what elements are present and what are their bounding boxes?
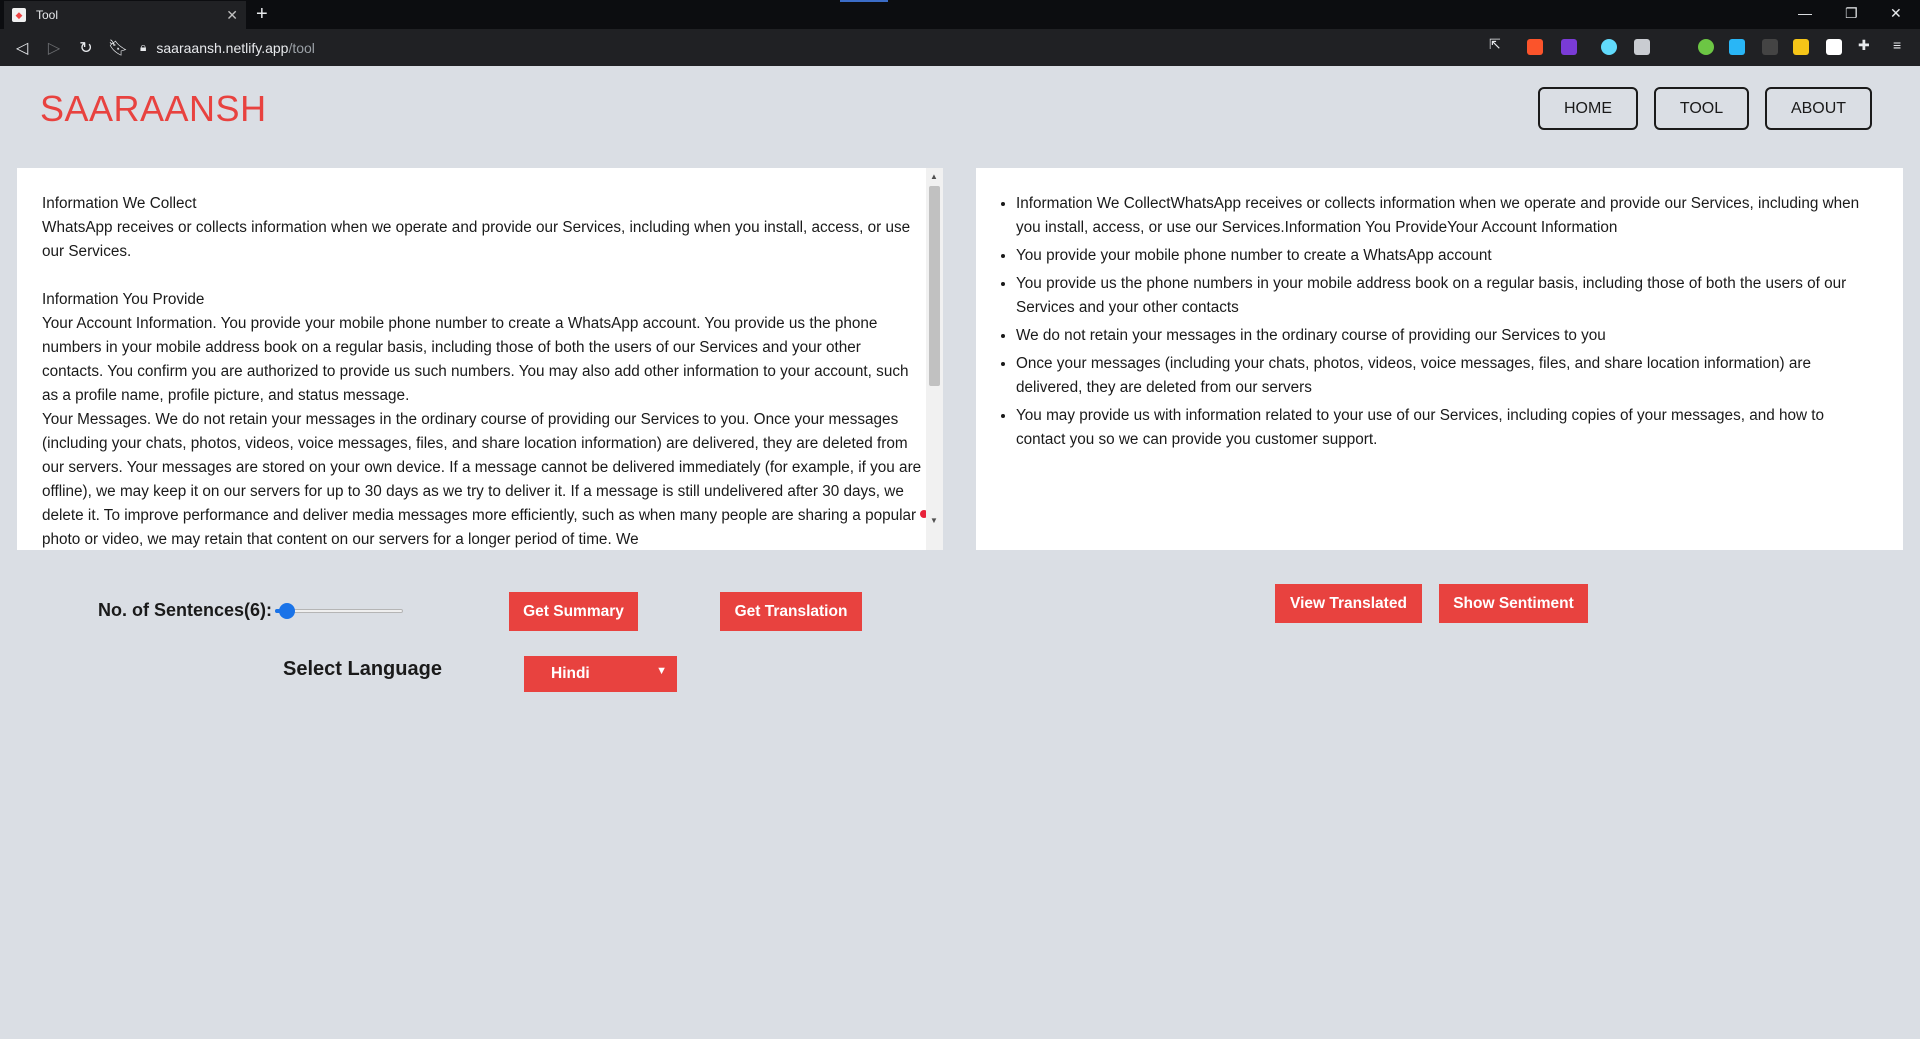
summary-item: You provide us the phone numbers in your… <box>1016 272 1876 320</box>
bookmark-icon[interactable]: 🔖︎ <box>102 38 134 58</box>
medium-extension-icon[interactable] <box>1826 39 1842 55</box>
url-path: /tool <box>288 39 315 56</box>
browser-tab[interactable]: ◆ Tool ✕ <box>4 1 246 29</box>
browser-toolbar: ◁ ▷ ↻ 🔖︎ 🔒︎ saaraansh.netlify.app/tool ⇱… <box>0 29 1920 66</box>
language-select-value: Hindi <box>551 665 590 682</box>
summary-item: Information We CollectWhatsApp receives … <box>1016 192 1876 240</box>
shield-extension-icon[interactable] <box>1634 39 1650 55</box>
scroll-down-icon[interactable]: ▼ <box>930 516 938 525</box>
new-tab-button[interactable]: + <box>256 3 268 26</box>
url-domain: saaraansh.netlify.app <box>156 39 289 56</box>
share-icon[interactable]: ⇱ <box>1489 36 1501 53</box>
summary-output-panel: Information We CollectWhatsApp receives … <box>976 168 1903 550</box>
back-icon[interactable]: ◁ <box>6 38 38 58</box>
summary-list: Information We CollectWhatsApp receives … <box>1016 192 1876 456</box>
chevron-down-icon: ▼ <box>656 665 667 677</box>
brave-shield-icon[interactable] <box>1527 39 1543 55</box>
tab-close-icon[interactable]: ✕ <box>226 7 238 24</box>
get-summary-button[interactable]: Get Summary <box>509 592 638 631</box>
plus-extension-icon[interactable] <box>1698 39 1714 55</box>
rewards-icon[interactable] <box>1561 39 1577 55</box>
textarea-scrollbar[interactable]: ▲ ▼ <box>926 168 943 550</box>
reload-icon[interactable]: ↻ <box>70 38 102 58</box>
address-bar[interactable]: 🔒︎ saaraansh.netlify.app/tool <box>140 34 1520 61</box>
close-window-icon[interactable]: ✕ <box>1890 5 1902 22</box>
menu-icon[interactable]: ≡ <box>1893 37 1901 53</box>
tab-strip-indicator <box>840 0 888 2</box>
nav-home-button[interactable]: HOME <box>1538 87 1638 130</box>
summary-item: You provide your mobile phone number to … <box>1016 244 1876 268</box>
tab-title: Tool <box>36 8 59 22</box>
input-text-content: Information We Collect WhatsApp receives… <box>42 195 922 548</box>
nav-about-button[interactable]: ABOUT <box>1765 87 1872 130</box>
wave-extension-icon[interactable] <box>1762 39 1778 55</box>
lighthouse-extension-icon[interactable] <box>1793 39 1809 55</box>
tab-favicon-icon: ◆ <box>12 8 26 22</box>
scroll-up-icon[interactable]: ▲ <box>930 172 938 181</box>
lightning-extension-icon[interactable] <box>1729 39 1745 55</box>
browser-tabbar: ◆ Tool ✕ + — ❐ ✕ <box>0 0 1920 29</box>
site-logo[interactable]: SAARAANSH <box>40 88 267 130</box>
lock-icon: 🔒︎ <box>140 40 147 54</box>
input-textarea[interactable]: Information We Collect WhatsApp receives… <box>17 168 943 550</box>
sentences-label: No. of Sentences(6): <box>98 600 273 620</box>
summary-item: Once your messages (including your chats… <box>1016 352 1876 400</box>
react-devtools-icon[interactable] <box>1601 39 1617 55</box>
forward-icon[interactable]: ▷ <box>38 38 70 58</box>
extensions-puzzle-icon[interactable]: ✚ <box>1858 37 1870 54</box>
language-label: Select Language <box>283 658 442 680</box>
restore-icon[interactable]: ❐ <box>1845 5 1858 22</box>
summary-item: We do not retain your messages in the or… <box>1016 324 1876 348</box>
scrollbar-thumb[interactable] <box>929 186 940 386</box>
nav-tool-button[interactable]: TOOL <box>1654 87 1749 130</box>
sentences-slider[interactable] <box>275 603 403 619</box>
slider-thumb[interactable] <box>279 603 295 619</box>
minimize-icon[interactable]: — <box>1798 5 1812 21</box>
summary-item: You may provide us with information rela… <box>1016 404 1876 452</box>
language-select[interactable]: Hindi ▼ <box>524 656 677 692</box>
view-translated-button[interactable]: View Translated <box>1275 584 1422 623</box>
get-translation-button[interactable]: Get Translation <box>720 592 862 631</box>
show-sentiment-button[interactable]: Show Sentiment <box>1439 584 1588 623</box>
